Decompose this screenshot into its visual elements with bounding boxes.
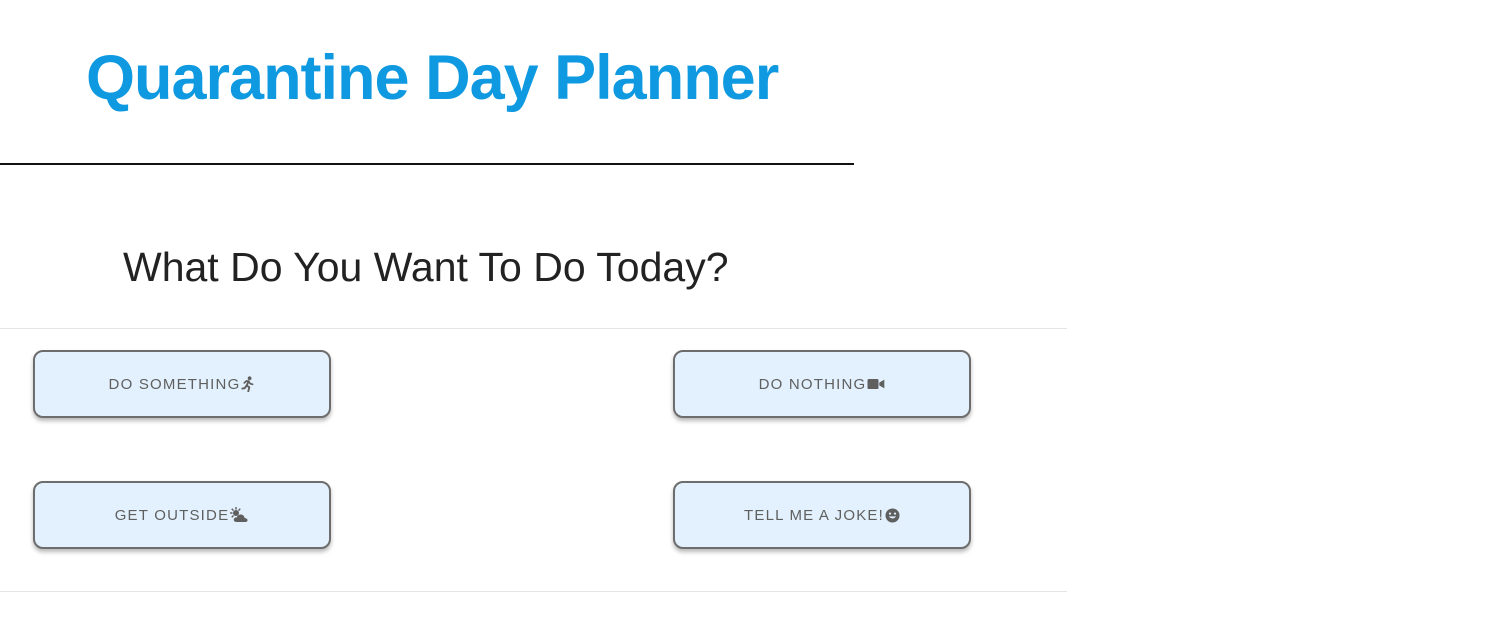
page: Quarantine Day Planner What Do You Want … bbox=[0, 0, 1493, 617]
do-something-button[interactable]: Do Something bbox=[33, 350, 331, 418]
do-something-label: Do Something bbox=[108, 375, 241, 393]
divider-top bbox=[0, 328, 1067, 329]
sun-behind-cloud-icon bbox=[230, 507, 249, 523]
get-outside-button[interactable]: Get Outside bbox=[33, 481, 331, 549]
video-camera-icon bbox=[867, 378, 885, 390]
running-person-icon bbox=[241, 376, 255, 392]
tell-me-a-joke-label: Tell Me A Joke! bbox=[744, 506, 884, 524]
question-heading: What Do You Want To Do Today? bbox=[123, 244, 729, 290]
do-nothing-label: Do Nothing bbox=[758, 375, 867, 393]
do-nothing-button[interactable]: Do Nothing bbox=[673, 350, 971, 418]
tell-me-a-joke-button[interactable]: Tell Me A Joke! bbox=[673, 481, 971, 549]
divider-bottom bbox=[0, 591, 1067, 592]
title-divider bbox=[0, 163, 854, 165]
get-outside-label: Get Outside bbox=[114, 506, 230, 524]
smiley-face-icon bbox=[885, 508, 900, 523]
app-title: Quarantine Day Planner bbox=[86, 43, 779, 113]
